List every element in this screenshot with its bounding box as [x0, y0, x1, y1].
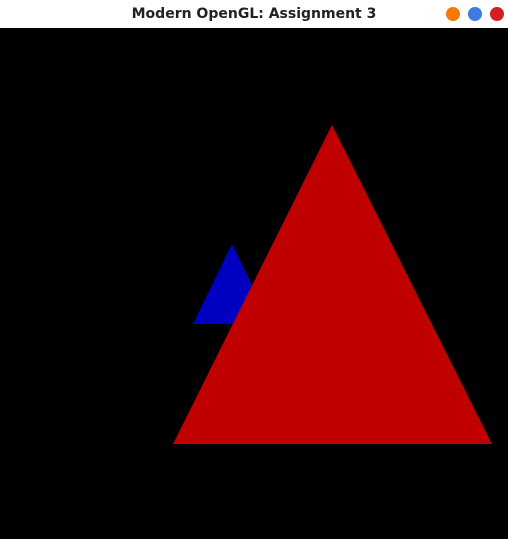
gl-canvas [173, 125, 492, 444]
render-viewport [0, 28, 508, 539]
app-window: Modern OpenGL: Assignment 3 [0, 0, 508, 539]
minimize-button[interactable] [446, 7, 460, 21]
title-bar[interactable]: Modern OpenGL: Assignment 3 [0, 0, 508, 28]
close-button[interactable] [490, 7, 504, 21]
maximize-button[interactable] [468, 7, 482, 21]
window-controls [446, 7, 504, 21]
window-title: Modern OpenGL: Assignment 3 [131, 6, 377, 22]
